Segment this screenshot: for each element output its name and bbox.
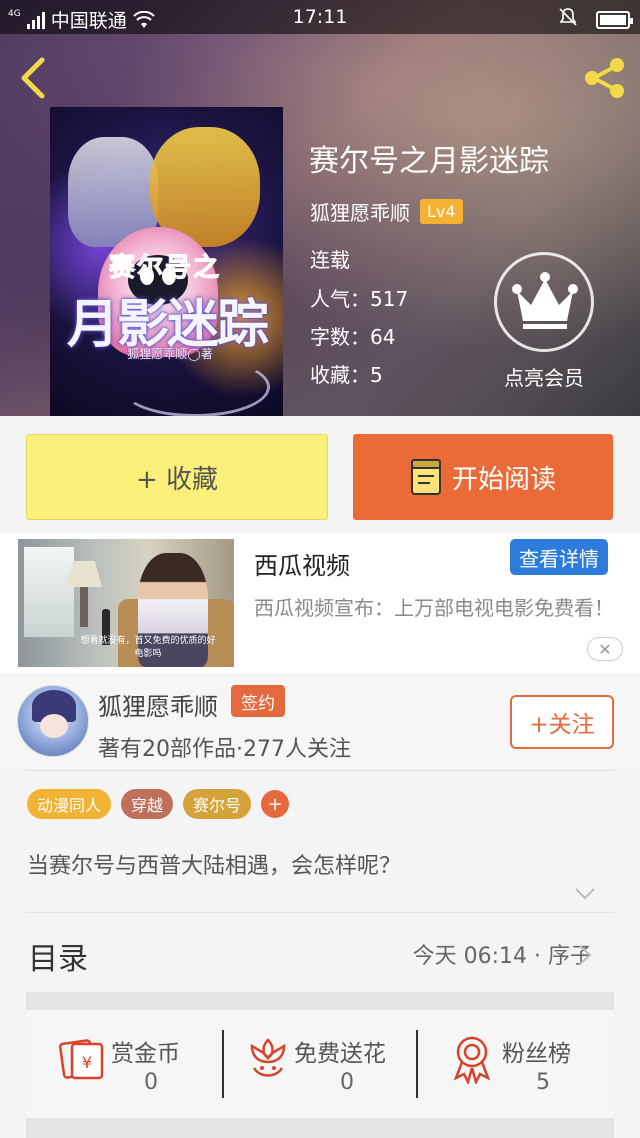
chevron-left-icon [21,57,45,99]
reward-coin-stat[interactable]: ¥ 赏金币 0 [26,1010,222,1118]
toc-latest-chapter[interactable]: 今天 06:14 · 序子 [413,938,592,970]
book-icon [410,458,442,496]
author-avatar[interactable] [17,685,89,757]
level-badge: Lv4 [420,199,463,224]
book-title: 赛尔号之月影迷踪 [309,144,549,179]
tag-list: 动漫同人 穿越 赛尔号 + [27,789,290,819]
collect-button[interactable]: + 收藏 [26,434,328,520]
flower-label: 免费送花 [294,1041,386,1067]
share-icon [585,58,624,98]
add-tag-button[interactable]: + [261,790,290,818]
battery-icon [596,10,633,29]
word-count: 字数：64 [310,325,396,349]
reward-coin-value: 0 [144,1070,158,1095]
flower-value: 0 [340,1070,354,1095]
ad-close-button[interactable]: ✕ [587,637,623,661]
signed-badge: 签约 [231,685,285,717]
tag-item[interactable]: 动漫同人 [27,789,112,819]
close-icon: ✕ [598,639,612,659]
chevron-down-icon [575,888,595,900]
fan-rank-label: 粉丝榜 [502,1041,571,1067]
book-author[interactable]: 狐狸愿乖顺 [310,197,410,226]
author-name[interactable]: 狐狸愿乖顺 [98,687,218,722]
start-reading-button[interactable]: 开始阅读 [353,434,613,520]
author-section: 狐狸愿乖顺 签约 著有20部作品·277人关注 +关注 [0,673,640,768]
svg-text:¥: ¥ [82,1053,92,1072]
book-cover[interactable]: 赛尔号之 月影迷踪 狐狸愿乖顺◯著 [50,107,283,416]
author-stats: 著有20部作品·277人关注 [98,737,351,762]
follow-button[interactable]: +关注 [510,695,614,749]
member-label[interactable]: 点亮会员 [494,362,594,391]
cover-subtitle: 赛尔号之 [108,253,221,284]
book-author-row: 狐狸愿乖顺 Lv4 [310,197,463,226]
ad-thumbnail[interactable]: 想看就没有，首又免费的优质的好电影吗 [18,539,234,667]
crown-icon [512,272,578,329]
serial-status: 连载 [310,248,350,272]
divider [26,912,614,913]
fan-rank-medal-icon [446,1032,498,1086]
divider [26,770,614,771]
toc-label[interactable]: 目录 [28,934,88,978]
ad-description: 西瓜视频宣布：上万部电视电影免费看！ [254,596,614,620]
flower-icon [242,1032,294,1084]
stats-row: ¥ 赏金币 0 免费送花 0 粉丝榜 5 [26,1010,614,1118]
status-right [558,7,633,32]
share-button[interactable] [582,56,628,100]
favorites-count: 收藏：5 [310,363,383,387]
fan-rank-stat[interactable]: 粉丝榜 5 [418,1010,614,1118]
status-bar: 4G 中国联通 17:11 [0,0,640,34]
start-reading-label: 开始阅读 [451,464,556,495]
reward-coin-icon: ¥ [56,1032,108,1084]
ad-banner[interactable]: 想看就没有，首又免费的优质的好电影吗 西瓜视频 查看详情 西瓜视频宣布：上万部电… [0,533,640,673]
back-button[interactable] [16,56,52,100]
expand-synopsis-button[interactable] [574,886,596,900]
mute-bell-icon [558,7,578,32]
popularity: 人气：517 [310,287,409,311]
collect-label: + 收藏 [135,464,219,495]
chevron-right-icon[interactable] [578,944,592,966]
section-divider [26,992,614,1010]
tag-item[interactable]: 赛尔号 [183,789,252,819]
synopsis: 当赛尔号与西普大陆相遇，会怎样呢？ [27,854,402,879]
ad-detail-button[interactable]: 查看详情 [510,539,608,575]
member-button[interactable] [494,252,594,352]
flower-stat[interactable]: 免费送花 0 [224,1010,416,1118]
ad-thumb-caption: 想看就没有，首又免费的优质的好电影吗 [80,636,216,659]
book-header: 4G 中国联通 17:11 赛尔号之 月影迷踪 狐狸愿乖顺◯著 赛尔号之月影迷踪… [0,0,640,416]
reward-coin-label: 赏金币 [111,1041,180,1067]
plus-icon: + [267,793,283,815]
clock: 17:11 [292,6,348,28]
cover-author: 狐狸愿乖顺◯著 [127,347,213,361]
tag-item[interactable]: 穿越 [121,789,174,819]
fan-rank-value: 5 [536,1070,550,1095]
section-divider [26,1118,614,1138]
ad-title: 西瓜视频 [254,552,350,580]
